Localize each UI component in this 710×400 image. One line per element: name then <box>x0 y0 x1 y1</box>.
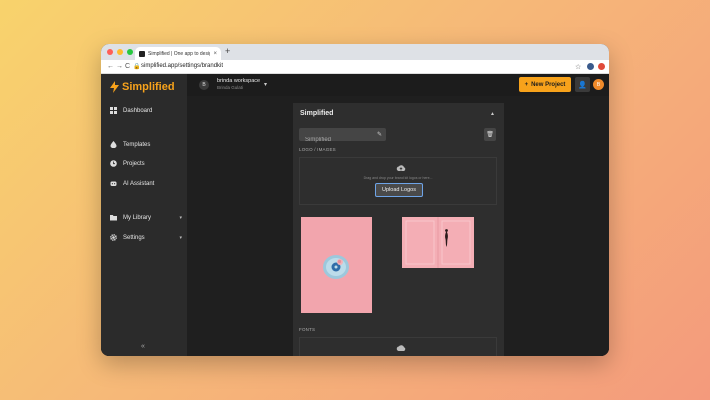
sidebar-item-ai-assistant[interactable]: AI Assistant <box>110 180 182 187</box>
sidebar-item-templates[interactable]: Templates <box>110 141 182 148</box>
url-field[interactable]: simplified.app/settings/brandkit <box>141 63 223 69</box>
workspace-name[interactable]: brinda workspace <box>217 78 260 84</box>
clock-icon <box>110 160 117 167</box>
sidebar-item-label: Settings <box>123 234 145 241</box>
door-image <box>402 217 474 268</box>
delete-brand-kit-button[interactable]: 🗑 <box>484 128 496 141</box>
robot-icon <box>110 181 117 186</box>
workspace-avatar[interactable]: B <box>199 80 209 90</box>
chevron-up-icon[interactable]: ▲ <box>490 111 495 117</box>
plus-icon: + <box>524 81 529 88</box>
logo-text: Simplified <box>122 81 175 93</box>
tab-title: Simplified | One app to design... <box>148 50 210 57</box>
close-window-button[interactable] <box>107 49 113 55</box>
collapse-sidebar-button[interactable]: « <box>141 343 145 350</box>
top-bar: B brinda workspace Brinda Gulati ▾ + New… <box>187 74 609 96</box>
browser-tab-bar: Simplified | One app to design... × + <box>101 44 609 60</box>
folder-icon <box>110 215 117 221</box>
chevron-down-icon[interactable]: ▾ <box>179 235 182 241</box>
new-project-label: New Project <box>531 81 566 88</box>
panel-title: Simplified <box>300 110 334 117</box>
sidebar-item-label: Templates <box>123 141 151 148</box>
lock-icon: 🔒 <box>133 64 141 70</box>
add-user-icon: 👤 <box>578 81 587 89</box>
gear-icon <box>110 234 117 241</box>
main-content: Simplified ▲ ✎ 🗑 LOGO / IMAGES Drag and … <box>187 96 609 356</box>
sidebar-item-projects[interactable]: Projects <box>110 160 182 167</box>
chevron-down-icon[interactable]: ▾ <box>179 215 182 221</box>
sidebar-item-label: AI Assistant <box>123 180 155 187</box>
cloud-upload-icon <box>396 345 406 351</box>
plate-image <box>301 217 372 313</box>
sidebar-item-label: My Library <box>123 214 152 221</box>
chevron-down-icon[interactable]: ▾ <box>264 81 267 88</box>
reload-button[interactable]: C <box>125 63 130 70</box>
simplified-logo[interactable]: Simplified <box>110 81 175 93</box>
logo-thumbnail[interactable] <box>301 217 372 313</box>
trash-icon: 🗑 <box>486 132 494 138</box>
sidebar-item-my-library[interactable]: My Library ▾ <box>110 214 182 221</box>
new-tab-button[interactable]: + <box>225 46 230 56</box>
brand-kit-name-input[interactable] <box>299 133 386 147</box>
address-bar: ← → C 🔒 simplified.app/settings/brandkit… <box>101 60 609 74</box>
bookmark-star-icon[interactable]: ☆ <box>575 63 581 71</box>
logo-dropzone[interactable]: Drag and drop your brand kit logos or he… <box>299 157 497 205</box>
sidebar-item-settings[interactable]: Settings ▾ <box>110 234 182 241</box>
app: Simplified Dashboard Templates Projects … <box>101 74 609 356</box>
sidebar-item-dashboard[interactable]: Dashboard <box>110 107 182 114</box>
bolt-logo-icon <box>110 81 119 93</box>
minimize-window-button[interactable] <box>117 49 123 55</box>
grid-icon <box>110 107 117 114</box>
browser-tab[interactable]: Simplified | One app to design... × <box>135 47 221 60</box>
dropzone-hint: Drag and drop your brand kit logos or he… <box>363 176 433 180</box>
logo-images-heading: LOGO / IMAGES <box>299 147 336 152</box>
invite-user-button[interactable]: 👤 <box>575 77 590 92</box>
sidebar-item-label: Dashboard <box>123 107 153 114</box>
back-button[interactable]: ← <box>107 63 114 70</box>
brand-kit-panel: Simplified ▲ ✎ 🗑 LOGO / IMAGES Drag and … <box>293 103 504 356</box>
profile-icon[interactable] <box>598 63 605 70</box>
forward-button[interactable]: → <box>116 63 123 70</box>
browser-window: Simplified | One app to design... × + ← … <box>101 44 609 356</box>
window-controls <box>107 49 133 55</box>
upload-logos-button[interactable]: Upload Logos <box>375 183 423 197</box>
favicon-icon <box>139 50 145 57</box>
fonts-heading: FONTS <box>299 327 316 332</box>
workspace-owner: Brinda Gulati <box>217 85 244 90</box>
extension-icon[interactable] <box>587 63 594 70</box>
brand-kit-name-field[interactable]: ✎ <box>299 128 386 147</box>
logo-thumbnail[interactable] <box>402 217 474 268</box>
drop-icon <box>110 141 117 148</box>
cloud-upload-icon <box>396 165 406 171</box>
user-avatar[interactable]: B <box>593 79 604 90</box>
pencil-icon[interactable]: ✎ <box>377 131 382 138</box>
sidebar: Simplified Dashboard Templates Projects … <box>101 74 187 356</box>
maximize-window-button[interactable] <box>127 49 133 55</box>
tab-close-button[interactable]: × <box>213 51 217 57</box>
sidebar-item-label: Projects <box>123 160 145 167</box>
fonts-dropzone[interactable] <box>299 337 497 356</box>
new-project-button[interactable]: + New Project <box>519 77 571 92</box>
